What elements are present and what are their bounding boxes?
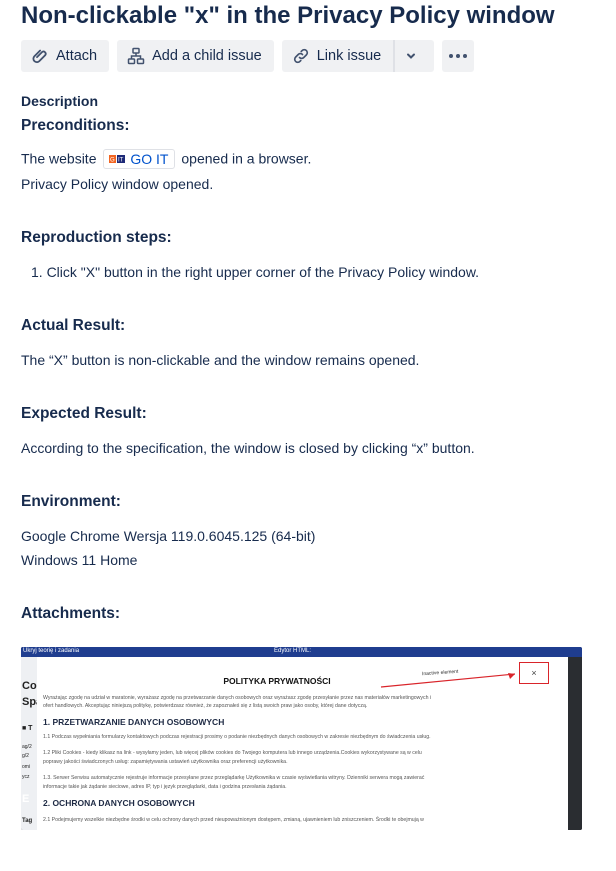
policy-text: ofert handlowych. Akceptując niniejszą p… bbox=[43, 703, 368, 709]
add-child-issue-button[interactable]: Add a child issue bbox=[117, 40, 274, 72]
precondition-line: The website G IT GO IT opened in a browse… bbox=[21, 149, 312, 170]
bg-fragment: Tag bbox=[22, 818, 33, 824]
more-icon bbox=[449, 54, 468, 58]
bg-fragment: omi bbox=[22, 764, 31, 770]
precondition-text-after: opened in a browser. bbox=[181, 150, 312, 167]
policy-section-heading: 1. PRZETWARZANIE DANYCH OSOBOWYCH bbox=[43, 717, 225, 727]
bg-fragment: g/2 bbox=[22, 753, 29, 759]
preconditions-heading: Preconditions: bbox=[21, 117, 130, 134]
close-icon: × bbox=[531, 668, 537, 678]
smart-link[interactable]: G IT GO IT bbox=[103, 149, 175, 169]
bg-fragment: ■ T bbox=[22, 725, 33, 732]
actual-result-text: The “X” button is non-clickable and the … bbox=[21, 352, 420, 368]
link-icon bbox=[293, 48, 308, 64]
bg-fragment: E bbox=[22, 793, 30, 805]
screenshot-background-right bbox=[568, 657, 582, 830]
repro-heading: Reproduction steps: bbox=[21, 229, 172, 246]
repro-step: 1. Click "X" button in the right upper c… bbox=[31, 264, 480, 280]
policy-text: poprawy jakości świadczonych usług: zapa… bbox=[43, 759, 288, 765]
environment-browser: Google Chrome Wersja 119.0.6045.125 (64-… bbox=[21, 528, 316, 544]
attach-button[interactable]: Attach bbox=[21, 40, 110, 72]
screenshot-tab-right: Edytor HTML: bbox=[274, 648, 312, 654]
attachments-heading: Attachments: bbox=[21, 605, 121, 622]
privacy-policy-modal: POLITYKA PRYWATNOŚCI × Inactive element … bbox=[37, 657, 568, 830]
policy-text: 1.1 Podczas wypełniania formularzy konta… bbox=[43, 734, 431, 740]
issue-toolbar: Attach Add a child issue Link issue bbox=[21, 40, 475, 73]
link-issue-label: Link issue bbox=[316, 48, 382, 64]
bg-fragment: ag/2 bbox=[22, 744, 32, 750]
bg-fragment: ycz bbox=[22, 774, 30, 780]
link-issue-group: Link issue bbox=[281, 40, 435, 72]
description-label: Description bbox=[21, 93, 99, 109]
paperclip-icon bbox=[32, 49, 47, 64]
svg-text:IT: IT bbox=[118, 158, 124, 164]
close-button-highlight: × bbox=[519, 662, 549, 684]
svg-text:G: G bbox=[110, 158, 115, 164]
precondition-line-2: Privacy Policy window opened. bbox=[21, 176, 214, 192]
actual-result-heading: Actual Result: bbox=[21, 317, 126, 334]
policy-text: 1.2 Pliki Cookies - kiedy klikasz na lin… bbox=[43, 750, 422, 756]
policy-text: 2.1 Podejmujemy wszelkie niezbędne środk… bbox=[43, 817, 424, 823]
chevron-down-icon bbox=[407, 53, 416, 59]
more-actions-button[interactable] bbox=[442, 40, 475, 72]
expected-result-text: According to the specification, the wind… bbox=[21, 440, 475, 456]
policy-text: Wyrażając zgodę na udział w maratonie, w… bbox=[43, 695, 432, 701]
expected-result-heading: Expected Result: bbox=[21, 405, 147, 422]
screenshot-background-left: Co Spa ■ T ag/2 g/2 omi ycz E Tag bbox=[21, 657, 42, 830]
environment-heading: Environment: bbox=[21, 493, 121, 510]
attach-label: Attach bbox=[56, 48, 98, 64]
hierarchy-icon bbox=[127, 47, 145, 65]
smart-link-label: GO IT bbox=[130, 151, 169, 167]
screenshot-top-bar: Ukryj teorię i zadania Edytor HTML: bbox=[21, 647, 582, 657]
issue-title: Non-clickable "x" in the Privacy Policy … bbox=[21, 2, 555, 29]
policy-text: informacje takie jak żądanie sieciowe, a… bbox=[43, 784, 287, 790]
link-issue-button[interactable]: Link issue bbox=[281, 40, 394, 72]
policy-section-heading: 2. OCHRONA DANYCH OSOBOWYCH bbox=[43, 798, 195, 808]
add-child-label: Add a child issue bbox=[152, 48, 262, 64]
precondition-text: The website bbox=[21, 150, 97, 167]
environment-os: Windows 11 Home bbox=[21, 552, 138, 568]
policy-text: 1.3. Serwer Serwisu automatycznie rejest… bbox=[43, 775, 425, 781]
attachment-thumbnail[interactable]: Ukryj teorię i zadania Edytor HTML: Co S… bbox=[21, 647, 582, 830]
site-favicon-icon: G IT bbox=[109, 155, 126, 164]
bg-fragment: Co bbox=[22, 680, 37, 692]
link-issue-dropdown[interactable] bbox=[395, 40, 435, 72]
screenshot-tab-left: Ukryj teorię i zadania bbox=[23, 648, 80, 654]
